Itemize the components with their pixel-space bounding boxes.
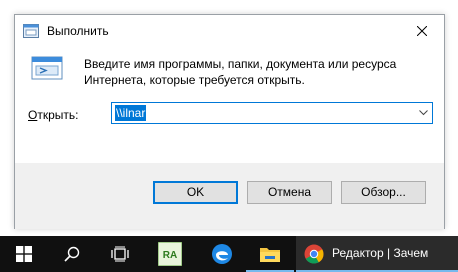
close-icon bbox=[416, 25, 427, 36]
edge-button[interactable] bbox=[198, 236, 246, 272]
button-bar: OK Отмена Обзор... bbox=[15, 163, 444, 229]
open-input[interactable]: \\ilnar bbox=[115, 105, 147, 121]
dialog-title: Выполнить bbox=[47, 24, 109, 38]
dialog-description: Введите имя программы, папки, документа … bbox=[84, 57, 397, 87]
close-button[interactable] bbox=[399, 15, 444, 46]
run-app-icon bbox=[23, 24, 39, 38]
title-bar[interactable]: Выполнить bbox=[15, 15, 444, 46]
file-explorer-button[interactable] bbox=[246, 236, 294, 272]
run-dialog: Выполнить Введите имя программы, папки, … bbox=[14, 14, 445, 229]
svg-text:RA: RA bbox=[163, 250, 177, 261]
edge-icon bbox=[212, 244, 232, 264]
chrome-window-button[interactable]: Редактор | Зачем bbox=[296, 236, 458, 272]
run-program-icon bbox=[31, 56, 63, 80]
dialog-content: Введите имя программы, папки, документа … bbox=[15, 46, 444, 163]
ok-button[interactable]: OK bbox=[153, 181, 238, 204]
taskbar: RA Редактор | Зачем bbox=[0, 236, 458, 272]
open-combobox[interactable]: \\ilnar bbox=[111, 102, 433, 124]
chevron-down-icon bbox=[418, 110, 428, 116]
search-button[interactable] bbox=[48, 236, 96, 272]
windows-logo-icon bbox=[16, 246, 32, 262]
ra-app-icon: RA bbox=[158, 242, 182, 266]
folder-icon bbox=[260, 248, 280, 262]
open-label: Открыть: bbox=[28, 108, 79, 122]
dropdown-button[interactable] bbox=[414, 103, 432, 123]
chrome-icon bbox=[304, 244, 324, 264]
task-view-button[interactable] bbox=[96, 236, 144, 272]
ra-app-button[interactable]: RA bbox=[146, 236, 194, 272]
task-view-icon bbox=[111, 246, 129, 262]
cancel-button[interactable]: Отмена bbox=[247, 181, 332, 204]
active-window-label: Редактор | Зачем bbox=[332, 246, 429, 260]
start-button[interactable] bbox=[0, 236, 48, 272]
browse-button[interactable]: Обзор... bbox=[341, 181, 426, 204]
search-icon bbox=[64, 246, 80, 262]
